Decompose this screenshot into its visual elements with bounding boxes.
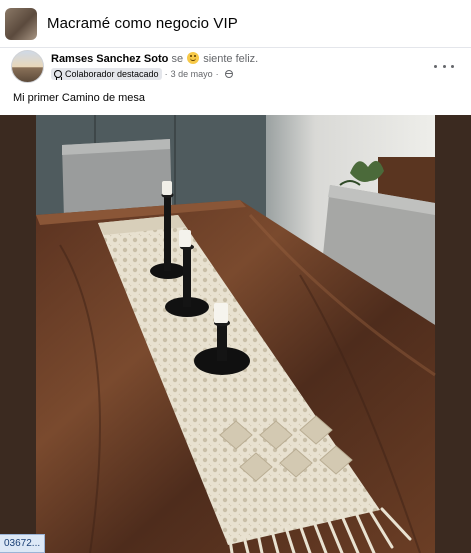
- feeling-text: siente feliz.: [203, 53, 259, 65]
- post-date[interactable]: 3 de mayo: [171, 69, 213, 79]
- post-photo[interactable]: [0, 115, 471, 553]
- group-header: Macramé como negocio VIP: [0, 0, 471, 48]
- post-text: Mi primer Camino de mesa: [13, 92, 146, 104]
- author-line: Ramses Sanchez Soto se siente feliz.: [51, 52, 258, 65]
- smile-emoji-icon: [187, 52, 200, 64]
- dot-icon: [434, 64, 437, 68]
- dot-icon: [451, 64, 454, 68]
- meta-separator: ·: [215, 69, 219, 79]
- macrame-table-runner-photo: [0, 115, 471, 553]
- globe-icon: [224, 70, 233, 78]
- group-name[interactable]: Macramé como negocio VIP: [47, 15, 238, 32]
- feeling-prefix: se: [171, 53, 184, 65]
- badge-icon: [54, 70, 62, 80]
- more-options-button[interactable]: [434, 60, 454, 72]
- author-name[interactable]: Ramses Sanchez Soto: [51, 53, 168, 65]
- dot-icon: [442, 64, 446, 68]
- contributor-badge[interactable]: Colaborador destacado: [51, 68, 162, 80]
- badge-label: Colaborador destacado: [65, 69, 159, 79]
- post-header: Ramses Sanchez Soto se siente feliz. Col…: [0, 48, 471, 88]
- group-thumbnail[interactable]: [5, 7, 37, 40]
- avatar[interactable]: [11, 50, 44, 83]
- status-tooltip: 03672...: [0, 534, 46, 553]
- post-meta: Colaborador destacado · 3 de mayo ·: [51, 68, 233, 80]
- meta-separator: ·: [164, 69, 168, 79]
